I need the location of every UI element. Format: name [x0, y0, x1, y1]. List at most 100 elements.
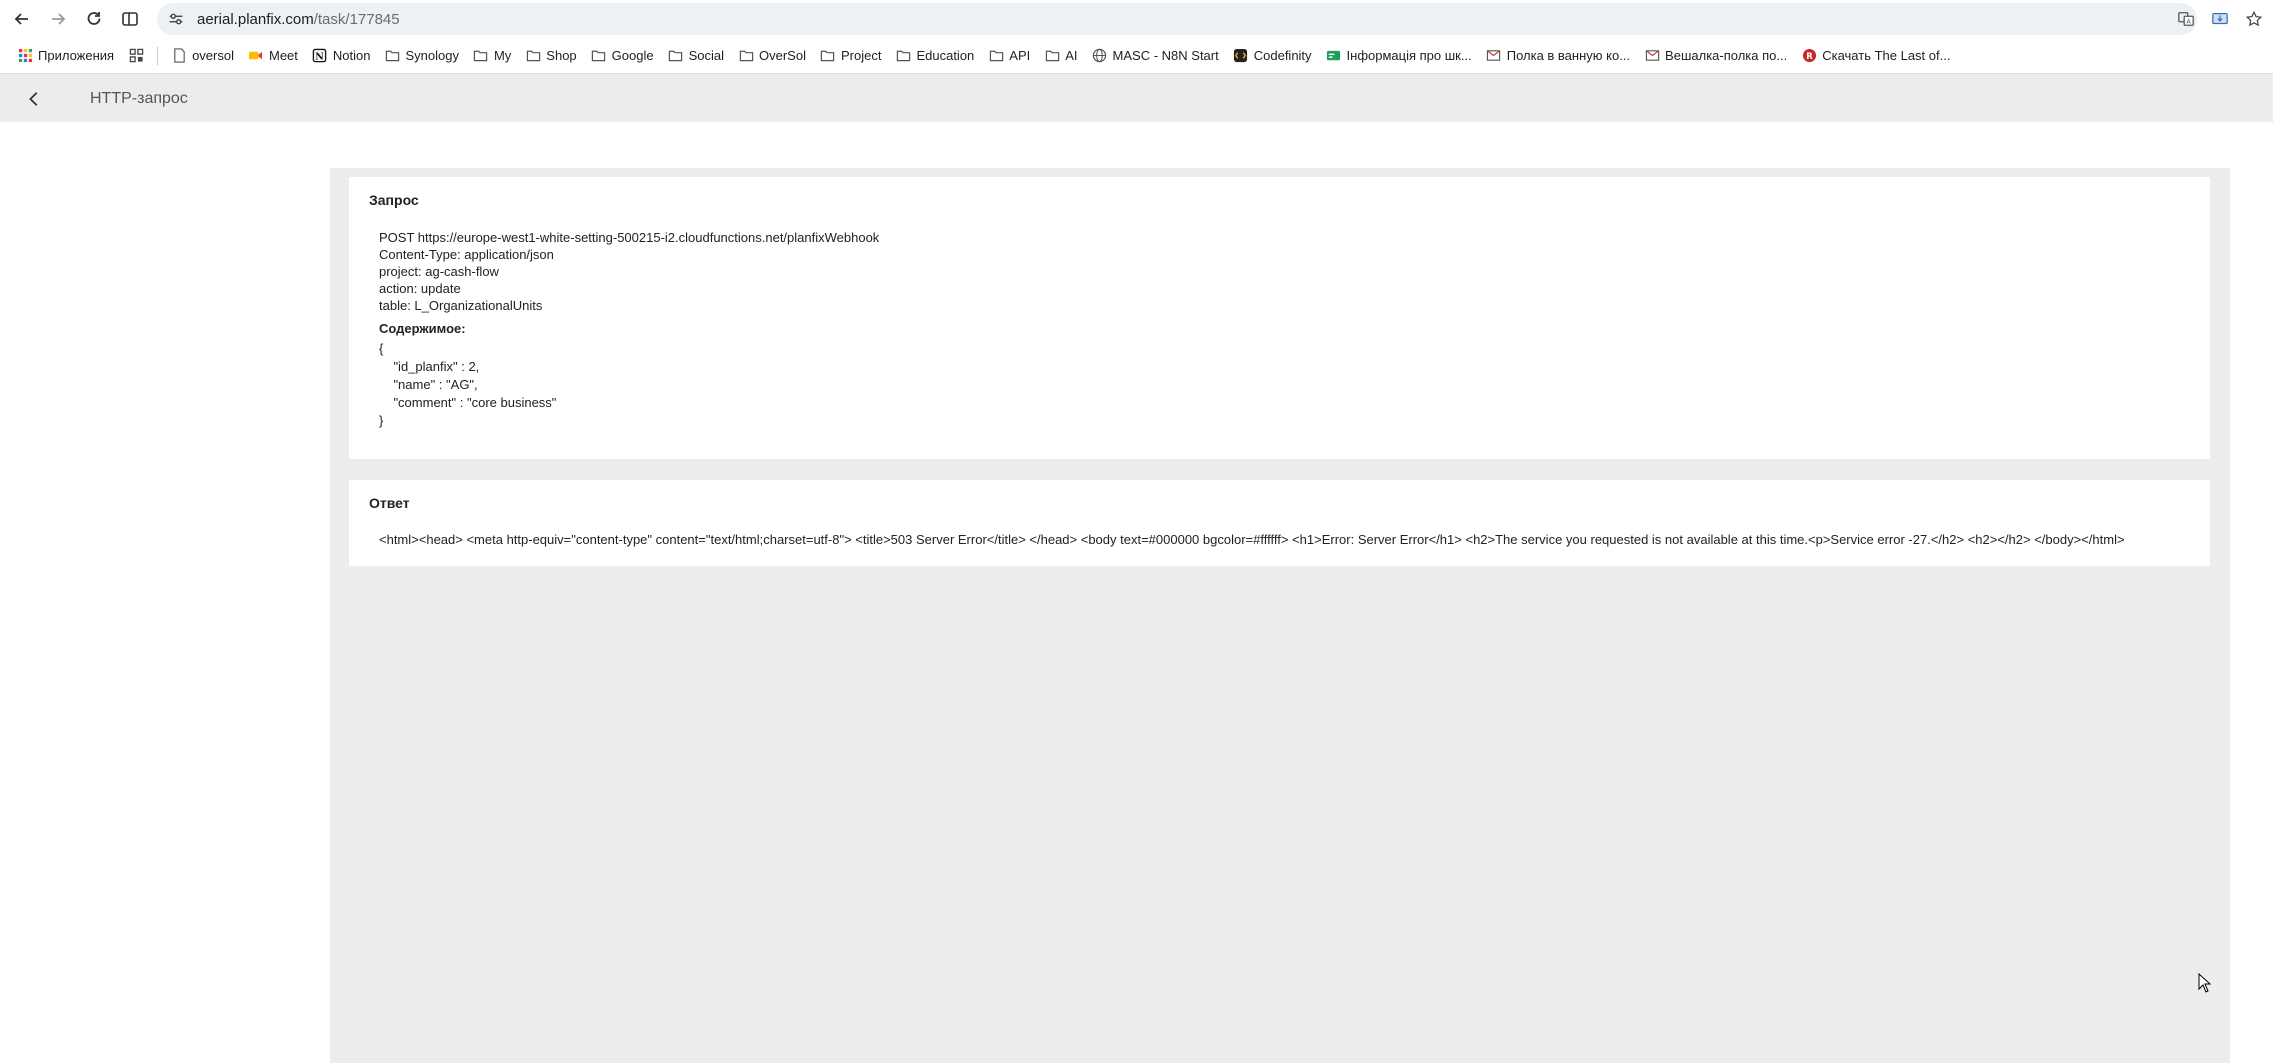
- back-arrow-icon[interactable]: [4, 1, 40, 37]
- response-heading: Ответ: [369, 495, 410, 511]
- bookmark-label: Вешалка-полка по...: [1665, 48, 1788, 63]
- bookmark-item[interactable]: Social: [661, 42, 731, 70]
- notion-icon: N: [312, 48, 328, 64]
- bookmark-star-icon[interactable]: [2239, 4, 2269, 34]
- bookmark-item[interactable]: Google: [584, 42, 661, 70]
- svg-text:R: R: [1806, 51, 1813, 61]
- bookmark-label: Полка в ванную ко...: [1506, 48, 1631, 63]
- folder-icon: [820, 48, 836, 64]
- request-line: Content-Type: application/json: [379, 247, 554, 262]
- red-circle-icon: R: [1801, 48, 1817, 64]
- bookmark-label: Codefinity: [1253, 48, 1312, 63]
- bookmark-label: Shop: [546, 48, 577, 63]
- codefinity-icon: [1233, 48, 1249, 64]
- content-heading: Содержимое:: [379, 321, 466, 336]
- folder-icon: [1044, 48, 1060, 64]
- folder-icon: [738, 48, 754, 64]
- bookmark-item[interactable]: [121, 42, 151, 70]
- bookmark-label: Google: [611, 48, 654, 63]
- apps-grid-icon: [17, 48, 33, 64]
- folder-icon: [988, 48, 1004, 64]
- page-title: HTTP-запрос: [90, 89, 188, 107]
- bookmark-item[interactable]: Приложения: [10, 42, 121, 70]
- bookmark-item[interactable]: Codefinity: [1226, 42, 1319, 70]
- bookmark-item[interactable]: API: [981, 42, 1037, 70]
- bookmark-label: API: [1009, 48, 1031, 63]
- bookmark-label: OverSol: [759, 48, 806, 63]
- green-card-icon: [1326, 48, 1342, 64]
- body-line: "name" : "AG",: [379, 377, 478, 392]
- folder-icon: [473, 48, 489, 64]
- tab-groups-icon: [128, 48, 144, 64]
- response-text: <html><head> <meta http-equiv="content-t…: [379, 532, 2125, 547]
- bookmark-label: My: [493, 48, 512, 63]
- url-path: /task/177845: [313, 10, 400, 28]
- response-card: Ответ <html><head> <meta http-equiv="con…: [349, 480, 2210, 566]
- site-settings-icon[interactable]: [161, 4, 191, 34]
- mail-icon: [1644, 48, 1660, 64]
- bookmark-item[interactable]: AI: [1037, 42, 1084, 70]
- request-card: Запрос POST https://europe-west1-white-s…: [349, 177, 2210, 459]
- bookmark-label: Інформація про шк...: [1346, 48, 1472, 63]
- bookmark-label: Скачать The Last of...: [1822, 48, 1951, 63]
- app-header: HTTP-запрос: [0, 75, 2273, 122]
- url-host: aerial.planfix.com: [197, 10, 314, 28]
- request-line: POST https://europe-west1-white-setting-…: [379, 230, 880, 245]
- body-line: "comment" : "core business": [379, 395, 557, 410]
- request-body: { "id_planfix" : 2, "name" : "AG", "comm…: [379, 340, 556, 430]
- install-app-icon[interactable]: [2205, 4, 2235, 34]
- bookmarks-separator: [157, 46, 159, 65]
- globe-icon: [1092, 48, 1108, 64]
- left-panel: [0, 168, 330, 1063]
- request-line: action: update: [379, 281, 461, 296]
- bookmark-item[interactable]: MASC - N8N Start: [1085, 42, 1226, 70]
- address-bar[interactable]: aerial.planfix.com/task/177845: [157, 3, 2197, 35]
- bookmark-item[interactable]: Полка в ванную ко...: [1479, 42, 1637, 70]
- bookmark-item[interactable]: Project: [813, 42, 888, 70]
- translate-icon[interactable]: A: [2171, 4, 2201, 34]
- folder-icon: [668, 48, 684, 64]
- bookmark-label: Education: [916, 48, 975, 63]
- bookmark-item[interactable]: N Notion: [305, 42, 378, 70]
- folder-icon: [525, 48, 541, 64]
- bookmark-label: Notion: [332, 48, 371, 63]
- browser-toolbar: aerial.planfix.com/task/177845 A: [0, 0, 2273, 38]
- bookmarks-bar: Приложения oversol Meet N Notion Synology My Sh…: [0, 38, 2273, 74]
- svg-text:N: N: [316, 51, 325, 62]
- mail-icon: [1486, 48, 1502, 64]
- reload-icon[interactable]: [76, 1, 112, 37]
- request-line: project: ag-cash-flow: [379, 264, 499, 279]
- side-panel-icon[interactable]: [112, 1, 148, 37]
- bookmark-item[interactable]: oversol: [164, 42, 241, 70]
- folder-icon: [895, 48, 911, 64]
- bookmark-item[interactable]: My: [466, 42, 518, 70]
- bookmark-item[interactable]: Інформація про шк...: [1319, 42, 1479, 70]
- body-line: "id_planfix" : 2,: [379, 359, 480, 374]
- bookmark-label: Meet: [268, 48, 298, 63]
- folder-icon: [591, 48, 607, 64]
- bookmark-item[interactable]: Вешалка-полка по...: [1637, 42, 1794, 70]
- main-content: Запрос POST https://europe-west1-white-s…: [330, 168, 2230, 1063]
- svg-text:A: A: [2187, 19, 2192, 26]
- mouse-cursor-icon: [2198, 972, 2212, 998]
- body-line: {: [379, 341, 384, 356]
- bookmark-label: oversol: [192, 48, 234, 63]
- toolbar-right-icons: A: [2171, 4, 2269, 34]
- request-heading: Запрос: [369, 192, 419, 208]
- request-lines: POST https://europe-west1-white-setting-…: [379, 229, 879, 314]
- bookmark-label: Social: [688, 48, 725, 63]
- url-text[interactable]: aerial.planfix.com/task/177845: [197, 11, 400, 28]
- back-chevron-icon[interactable]: [14, 79, 54, 119]
- forward-arrow-icon[interactable]: [40, 1, 76, 37]
- body-line: }: [379, 413, 384, 428]
- bookmark-item[interactable]: OverSol: [731, 42, 813, 70]
- bookmark-item[interactable]: Meet: [241, 42, 305, 70]
- bookmark-item[interactable]: Education: [888, 42, 981, 70]
- bookmark-label: AI: [1065, 48, 1078, 63]
- right-panel: [2230, 168, 2273, 1063]
- bookmark-label: Synology: [405, 48, 459, 63]
- bookmark-item[interactable]: Synology: [377, 42, 465, 70]
- bookmark-item[interactable]: Shop: [518, 42, 583, 70]
- bookmark-item[interactable]: R Скачать The Last of...: [1794, 42, 1957, 70]
- folder-icon: [384, 48, 400, 64]
